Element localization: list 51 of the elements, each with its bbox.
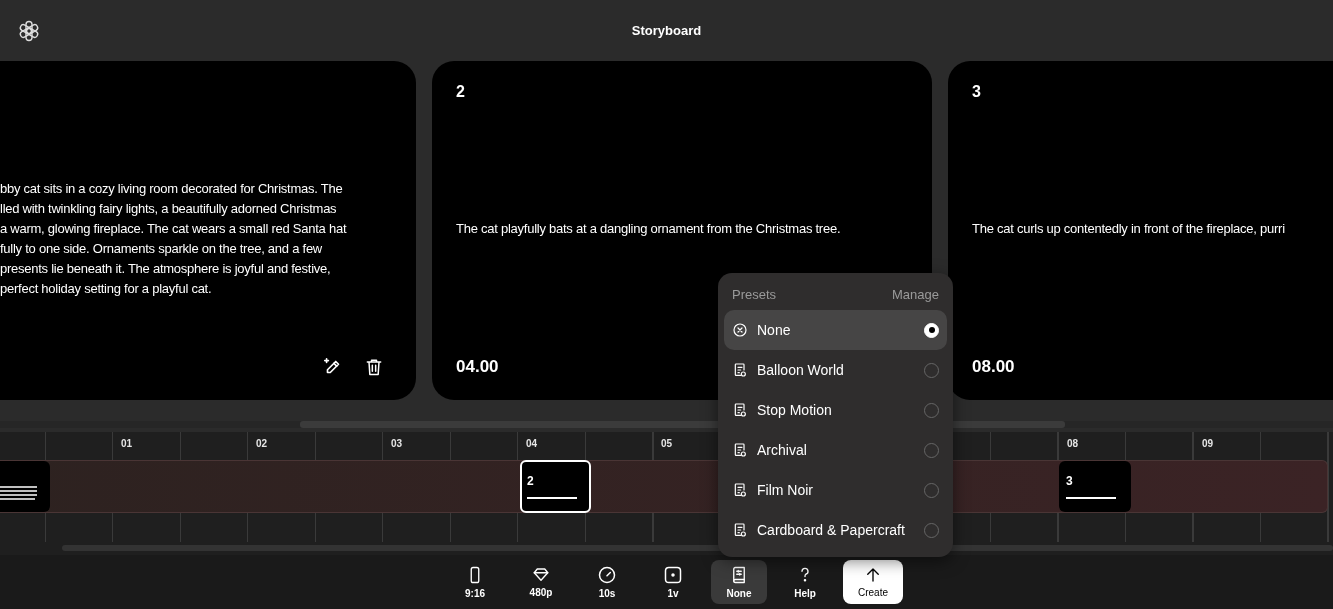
diamond-icon xyxy=(531,566,551,584)
book-icon xyxy=(730,565,748,585)
toolbar-button[interactable]: 10s xyxy=(579,560,635,604)
dot-square-icon xyxy=(663,565,683,585)
scene-number: 3 xyxy=(972,83,981,100)
toolbar-button[interactable]: None xyxy=(711,560,767,604)
preset-option[interactable]: Archival xyxy=(724,430,947,470)
timeline-clip[interactable] xyxy=(0,461,50,512)
knot-logo-icon[interactable] xyxy=(17,19,41,43)
scene-description-line: perfect holiday setting for a playful cat. xyxy=(0,279,213,298)
ruler-label: 03 xyxy=(391,438,403,449)
preset-document-icon xyxy=(732,522,748,538)
preset-document-icon xyxy=(732,362,748,378)
ruler-label: 04 xyxy=(526,438,538,449)
scene-description: The cat curls up contentedly in front of the fireplace, purri xyxy=(972,220,1285,236)
scene-description-line: fully to one side. Ornaments sparkle on the tree, and a few xyxy=(0,239,323,258)
ruler-label: 01 xyxy=(121,438,133,449)
toolbar-button[interactable]: 9:16 xyxy=(447,560,503,604)
scene-description: The cat playfully bats at a dangling ornament from the Christmas tree. xyxy=(456,220,841,236)
preset-document-icon xyxy=(732,442,748,458)
scene-description-line: presents lie beneath it. The atmosphere is joyful and festive, xyxy=(0,259,332,278)
toolbar-button[interactable]: Create xyxy=(843,560,903,604)
menu-title: Presets xyxy=(732,287,777,302)
preset-option[interactable]: None xyxy=(724,310,947,350)
toolbar-button[interactable]: Help xyxy=(777,560,833,604)
scene-description-line: bby cat sits in a cozy living room decorated for Christmas. The xyxy=(0,179,344,198)
toolbar-button[interactable]: 1v xyxy=(645,560,701,604)
page-title: Storyboard xyxy=(631,22,702,38)
manage-link[interactable]: Manage xyxy=(892,287,939,302)
ruler-label: 08 xyxy=(1067,438,1079,449)
preset-option[interactable]: Balloon World xyxy=(724,350,947,390)
scene-description-line: a warm, glowing fireplace. The cat wears a small red Santa hat xyxy=(0,219,348,238)
preset-option[interactable]: Cardboard & Papercraft xyxy=(724,510,947,550)
up-arrow-icon xyxy=(864,566,882,584)
ruler-label: 09 xyxy=(1202,438,1214,449)
ruler-label: 02 xyxy=(256,438,268,449)
preset-option[interactable]: Stop Motion xyxy=(724,390,947,430)
gauge-icon xyxy=(597,565,617,585)
scene-number: 2 xyxy=(456,83,465,100)
timeline-clip[interactable]: 2 xyxy=(520,460,591,513)
text-lines-icon xyxy=(0,486,38,500)
ruler-label: 05 xyxy=(661,438,673,449)
scene-description-line: lled with twinkling fairy lights, a beautifully adorned Christmas xyxy=(0,199,338,218)
scene-time: 04.00 xyxy=(456,357,499,377)
preset-document-icon xyxy=(732,482,748,498)
preset-option[interactable]: Film Noir xyxy=(724,470,947,510)
preset-document-icon xyxy=(732,402,748,418)
scene-time: 08.00 xyxy=(972,357,1015,377)
toolbar-button[interactable]: 480p xyxy=(513,560,569,604)
timeline-clip[interactable]: 3 xyxy=(1059,461,1131,512)
cancel-circle-icon xyxy=(732,322,748,338)
